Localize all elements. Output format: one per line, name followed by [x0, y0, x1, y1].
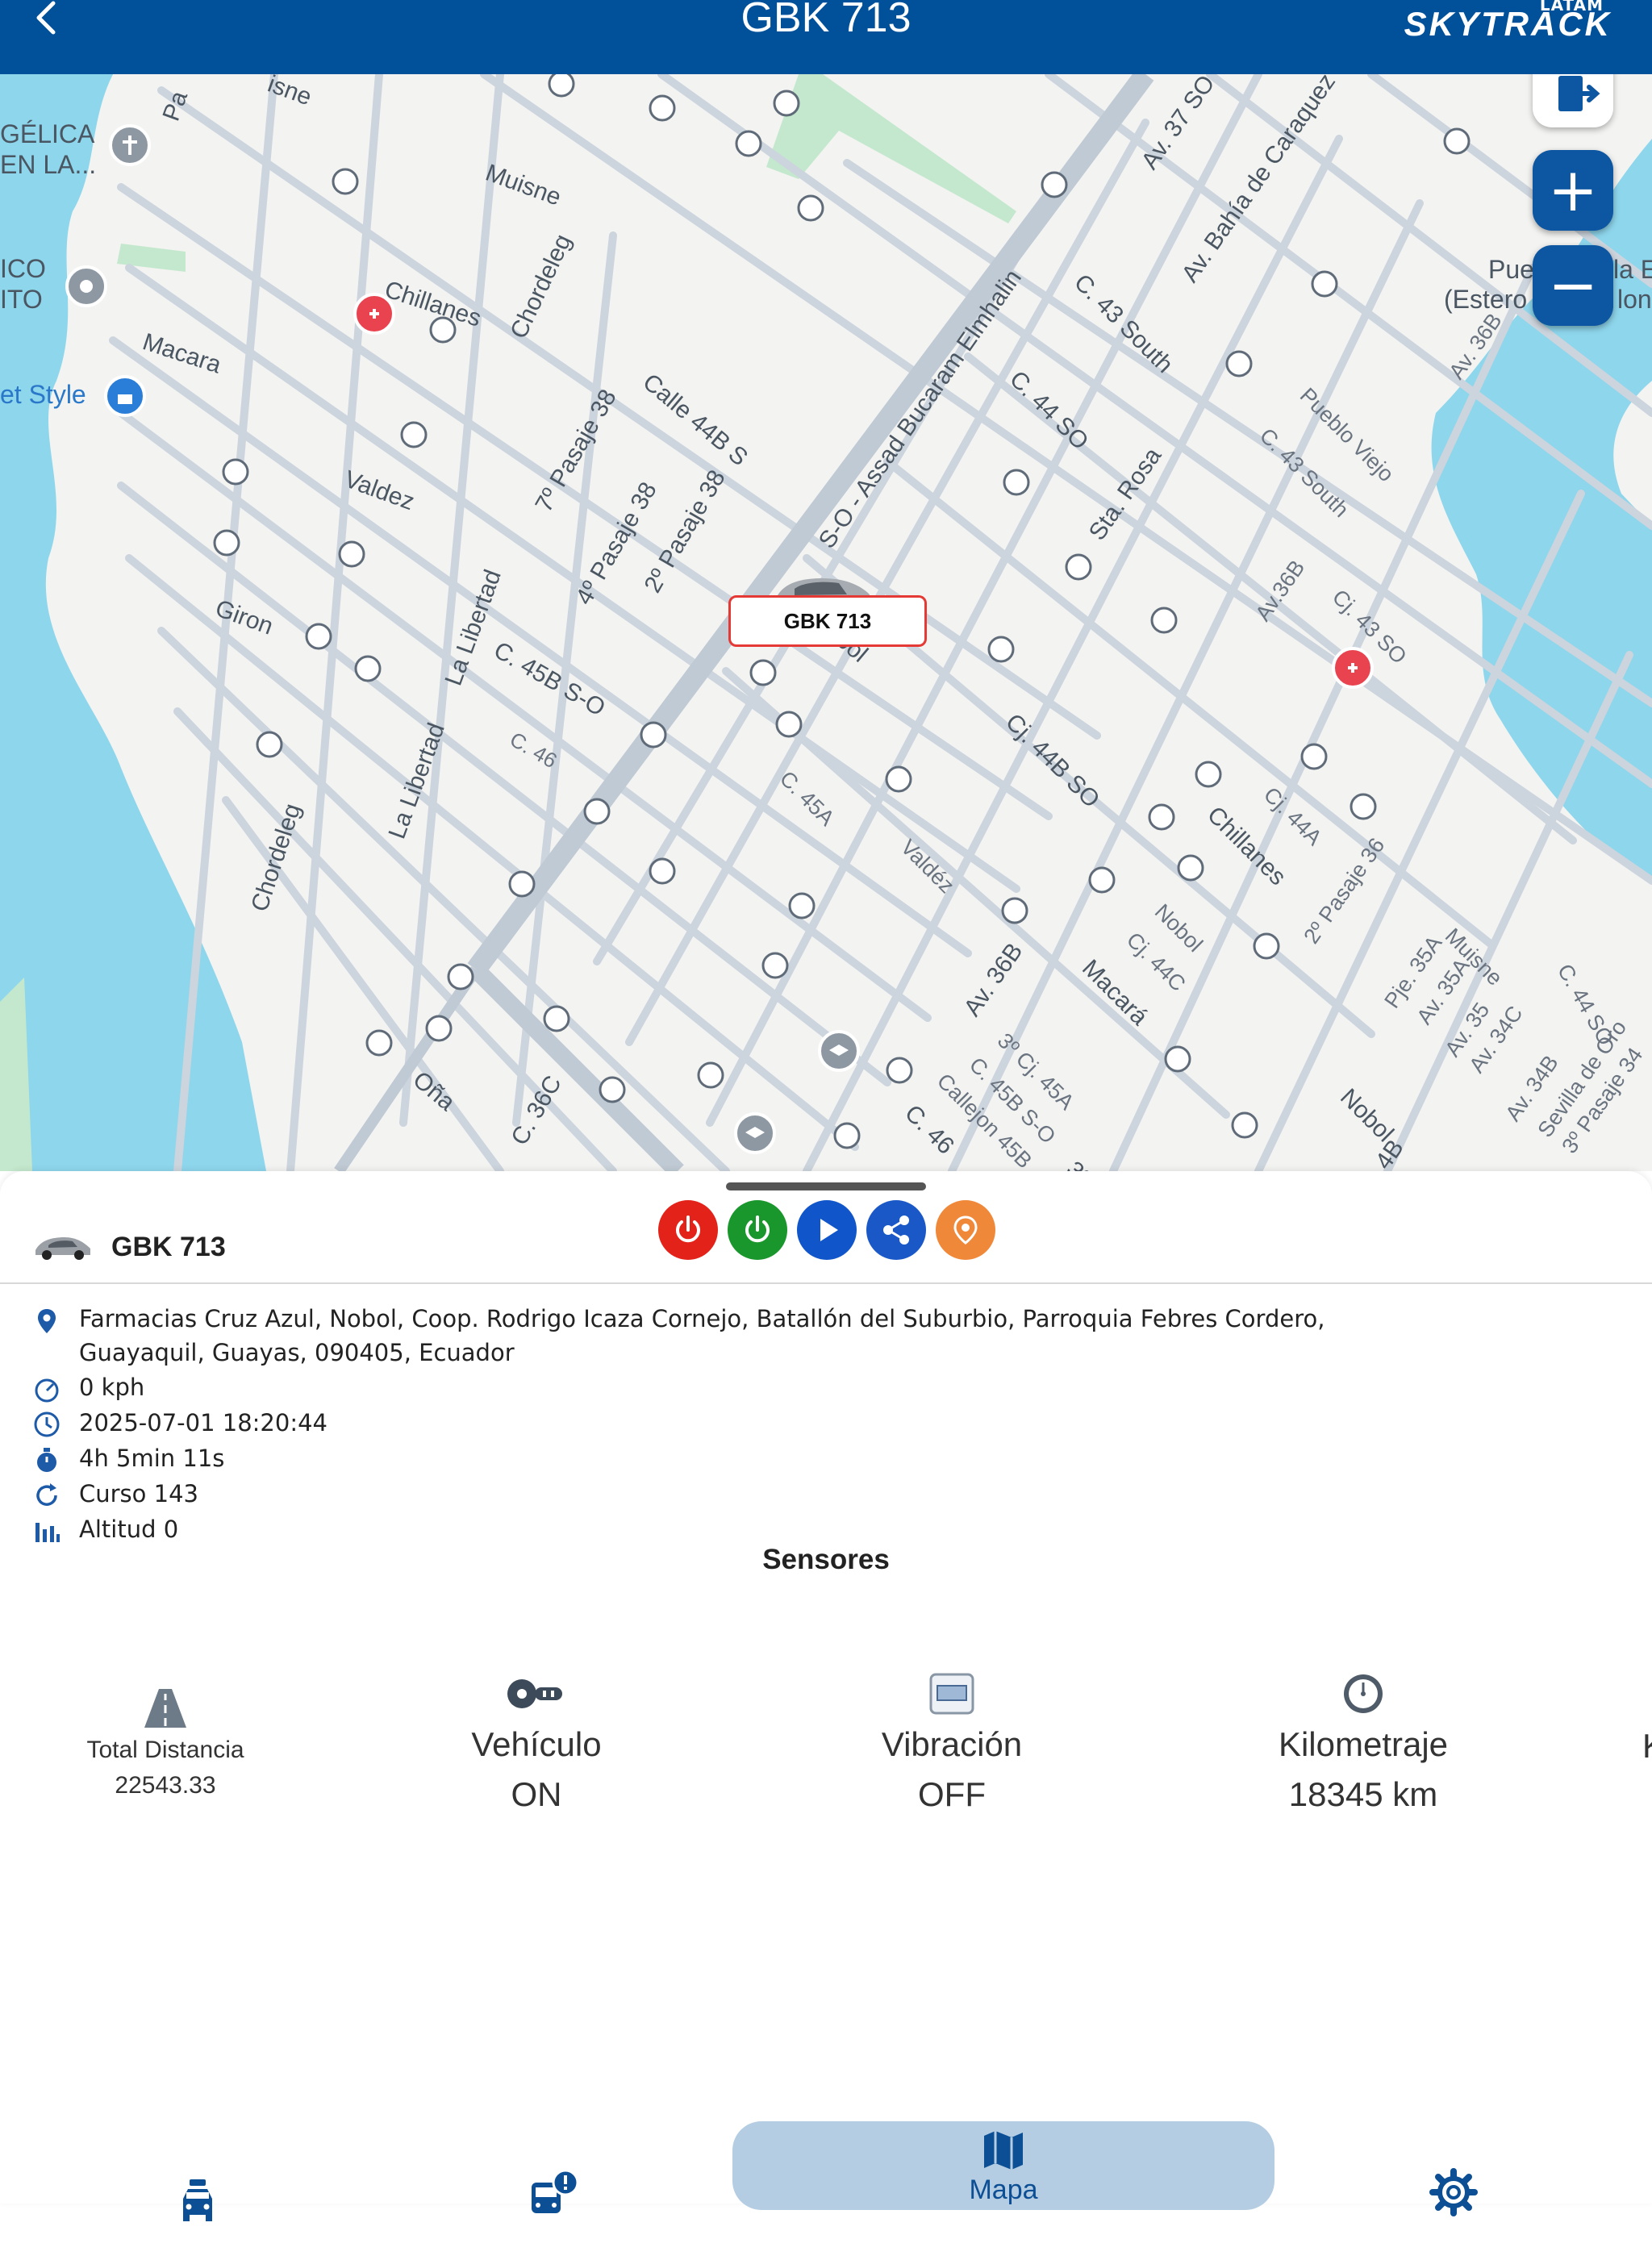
car-thumbnail-icon: [35, 1237, 90, 1260]
duration-value: 4h 5min 11s: [79, 1445, 225, 1472]
place-label: et Style: [0, 380, 86, 409]
top-app-bar: GBK 713 LATAM SKYTRACK: [0, 0, 1652, 74]
nav-settings[interactable]: [1428, 2168, 1479, 2250]
zoom-in-button[interactable]: +: [1533, 150, 1613, 231]
datetime-value: 2025-07-01 18:20:44: [79, 1409, 327, 1436]
datetime-row: 2025-07-01 18:20:44: [32, 1405, 1565, 1441]
vehicle-details-sheet: GBK 713 Farmacias Cruz Azul, Nobol, Coop…: [0, 1171, 1652, 2204]
engine-off-button[interactable]: [658, 1200, 718, 1260]
sensor-odometer: Kilometraje 18345 km: [1242, 1671, 1484, 1820]
shop-pin-icon: [104, 375, 146, 417]
vehicle-info-list: Farmacias Cruz Azul, Nobol, Coop. Rodrig…: [32, 1302, 1565, 1547]
street-label: C. 46: [899, 1100, 959, 1160]
vehicle-name: GBK 713: [111, 1231, 226, 1262]
engine-on-button[interactable]: [728, 1200, 787, 1260]
street-label: La Libertad: [384, 719, 450, 842]
sensor-total-distance: Total Distancia 22543.33: [56, 1687, 274, 1803]
sensor-label: Kilometraje: [1278, 1725, 1449, 1763]
altitude-value: Altitud 0: [79, 1516, 179, 1543]
vehicles-icon: [183, 2179, 212, 2221]
vibration-sensor-icon: [929, 1673, 974, 1715]
nav-map-label: Mapa: [969, 2175, 1038, 2205]
road-icon: [144, 1689, 186, 1728]
sensor-value: 18345 km: [1288, 1775, 1438, 1813]
sensor-vehicle: Vehículo ON: [419, 1671, 653, 1820]
vehicle-map-label[interactable]: GBK 713: [728, 595, 927, 647]
place-label: lon: [1617, 285, 1652, 314]
place-label: ICO: [0, 254, 46, 283]
hospital-pin-icon: [353, 293, 395, 335]
course-row: Curso 143: [32, 1476, 1565, 1512]
rotate-icon: [36, 1483, 57, 1506]
altitude-row: Altitud 0: [32, 1512, 1565, 1547]
settings-icon: [1429, 2168, 1478, 2216]
sensor-label: Vehículo: [471, 1725, 602, 1763]
location-pin-icon: [953, 1215, 978, 1245]
vehicle-actions: [658, 1200, 995, 1260]
power-off-icon: [676, 1215, 700, 1243]
zoom-out-button[interactable]: −: [1533, 245, 1613, 326]
stopwatch-icon: [37, 1448, 56, 1472]
speedometer-icon: [35, 1378, 59, 1403]
nav-vehicles[interactable]: [169, 2178, 226, 2260]
vehicle-header: GBK 713: [32, 1210, 226, 1284]
place-label: (Estero: [1444, 285, 1527, 314]
nav-map[interactable]: Mapa: [931, 2128, 1076, 2210]
share-icon: [883, 1215, 909, 1245]
sensor-value: ON: [511, 1775, 562, 1813]
place-label: la E: [1613, 255, 1652, 284]
address-line-1: Farmacias Cruz Azul, Nobol, Coop. Rodrig…: [79, 1305, 1325, 1332]
sensor-value: OFF: [918, 1775, 986, 1813]
place-pin-icon: [65, 265, 107, 307]
street-label: S-O - Assad Bucaram Elmhalin: [814, 265, 1027, 553]
play-icon: [820, 1219, 838, 1241]
sensor-label: K: [1637, 1721, 1652, 1771]
place-label: ITO: [0, 285, 43, 314]
altitude-bars-icon: [35, 1523, 60, 1542]
map-view[interactable]: Muisne Chillanes Chordeleg Macara Valdez…: [0, 74, 1652, 1171]
place-label: GÉLICA: [0, 119, 95, 148]
odometer-icon: [1344, 1674, 1383, 1713]
street-label: 2º Pasaje 38: [639, 465, 730, 597]
school-pin-icon: [818, 1030, 860, 1072]
sensor-partial: K: [1637, 1721, 1652, 1771]
sensors-heading: Sensores: [762, 1544, 890, 1575]
exit-map-button[interactable]: [1533, 74, 1613, 127]
bus-alert-icon: [532, 2169, 579, 2213]
sensor-label: Vibración: [881, 1725, 1023, 1763]
place-label: Pue: [1488, 255, 1534, 284]
course-value: Curso 143: [79, 1480, 198, 1507]
street-label: Muisne: [482, 160, 565, 211]
place-label: EN LA...: [0, 150, 96, 179]
brand-logo: LATAM SKYTRACK: [1404, 0, 1612, 43]
clock-icon: [34, 1411, 60, 1437]
power-on-icon: [745, 1215, 770, 1243]
map-pin-icon: [38, 1309, 56, 1333]
address-row: Farmacias Cruz Azul, Nobol, Coop. Rodrig…: [32, 1302, 1565, 1370]
speed-row: 0 kph: [32, 1370, 1565, 1405]
sensor-value: 22543.33: [115, 1772, 216, 1799]
sheet-drag-handle[interactable]: [726, 1182, 926, 1190]
map-icon: [984, 2131, 1023, 2170]
ignition-key-icon: [507, 1679, 562, 1708]
school-pin-icon: [734, 1112, 776, 1154]
sensor-vibration: Vibración OFF: [831, 1671, 1073, 1820]
street-label: 3º C: [1061, 1157, 1112, 1171]
logout-icon: [1558, 76, 1600, 111]
sensor-label: Total Distancia: [86, 1737, 244, 1763]
nav-alerts[interactable]: [526, 2168, 582, 2250]
street-label: Chordeleg: [505, 231, 576, 343]
duration-row: 4h 5min 11s: [32, 1441, 1565, 1476]
hospital-pin-icon: [1332, 647, 1374, 689]
address-line-2: Guayaquil, Guayas, 090405, Ecuador: [79, 1339, 515, 1366]
divider: [0, 1282, 1652, 1284]
share-button[interactable]: [866, 1200, 926, 1260]
speed-value: 0 kph: [79, 1374, 145, 1401]
church-pin-icon: [109, 124, 151, 166]
location-button[interactable]: [936, 1200, 995, 1260]
playback-button[interactable]: [797, 1200, 857, 1260]
